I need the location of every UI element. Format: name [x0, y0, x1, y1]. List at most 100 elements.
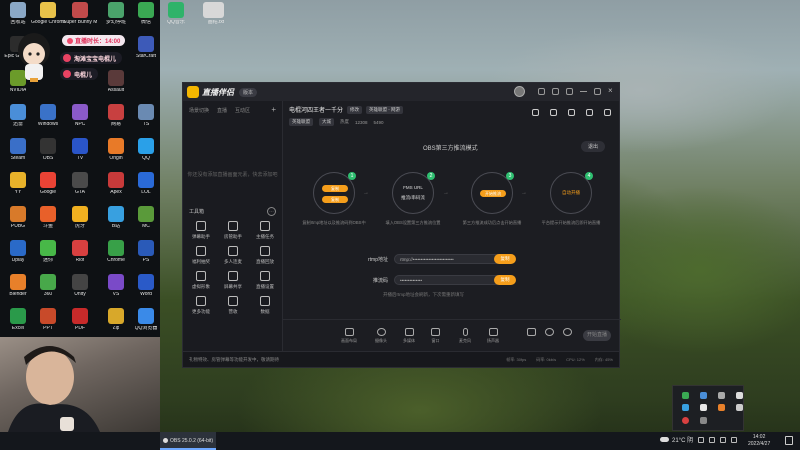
- desktop-icon[interactable]: 画帖.txt: [200, 2, 232, 36]
- settings-icon[interactable]: [568, 109, 575, 116]
- record-tray-icon[interactable]: [681, 417, 689, 425]
- desktop-icon[interactable]: StarCraft: [130, 36, 162, 70]
- tab-scene[interactable]: 场景切换: [189, 107, 209, 114]
- weather-widget[interactable]: 21°C 阴: [660, 435, 693, 444]
- notification-icon[interactable]: [785, 436, 793, 445]
- stream-key-input[interactable]: ••••••••••••••: [394, 275, 502, 285]
- desktop-icon[interactable]: PS: [130, 240, 162, 274]
- copy-rtmp-button[interactable]: 复制: [494, 254, 516, 264]
- desktop-icon[interactable]: 梦幻停班: [100, 2, 132, 36]
- desktop-icon[interactable]: 360: [32, 274, 64, 308]
- desktop-icon[interactable]: Steam: [2, 138, 34, 172]
- tab-live[interactable]: 直播: [217, 107, 227, 114]
- desktop-icon[interactable]: YY: [2, 172, 34, 206]
- desktop-icon[interactable]: Apex: [100, 172, 132, 206]
- bluetooth-tray-icon[interactable]: [735, 404, 743, 412]
- chevron-up-icon[interactable]: [698, 437, 704, 443]
- desktop-icon[interactable]: OBS: [32, 138, 64, 172]
- toolbox-item[interactable]: 主播任务: [249, 221, 281, 240]
- bell-icon[interactable]: [586, 109, 593, 116]
- app-tray-icon[interactable]: [717, 404, 725, 412]
- preview-tool[interactable]: [545, 328, 554, 336]
- desktop-icon[interactable]: Chrome: [100, 240, 132, 274]
- qq-tray-icon[interactable]: [681, 404, 689, 412]
- toolbox-item[interactable]: 直播回放: [249, 246, 281, 265]
- desktop-icon[interactable]: 斗鱼: [32, 206, 64, 240]
- desktop-icon[interactable]: TV: [64, 138, 96, 172]
- record-tool[interactable]: [527, 328, 536, 336]
- toolbox-item[interactable]: 更多功能: [185, 296, 217, 315]
- clock[interactable]: 14:02 2022/4/27: [748, 434, 770, 448]
- window-tool[interactable]: 窗口: [431, 328, 440, 344]
- edit-title-button[interactable]: 修改: [347, 105, 363, 114]
- desktop-icon[interactable]: Super Bunny Man: [63, 2, 97, 36]
- desktop-icon[interactable]: Google: [32, 172, 64, 206]
- toolbox-item[interactable]: 虚拟形象: [185, 271, 217, 290]
- volume-icon[interactable]: [720, 437, 726, 443]
- toolbox-item[interactable]: 多人连麦: [217, 246, 249, 265]
- settings-tool[interactable]: [563, 328, 572, 336]
- ime-icon[interactable]: [731, 437, 737, 443]
- toolbox-item[interactable]: 数据: [249, 296, 281, 315]
- desktop-icon[interactable]: 网易: [100, 104, 132, 138]
- speaker-tool[interactable]: 扬声器: [487, 328, 499, 344]
- toolbox-item[interactable]: 营收: [217, 296, 249, 315]
- maximize-icon[interactable]: [594, 88, 601, 95]
- desktop-icon[interactable]: GTA: [64, 172, 96, 206]
- desktop-icon[interactable]: LOL: [130, 172, 162, 206]
- close-icon[interactable]: ×: [608, 87, 615, 95]
- desktop-icon[interactable]: Assault: [100, 70, 132, 104]
- version-chip[interactable]: 版本: [239, 87, 258, 97]
- desktop-icon[interactable]: VS: [100, 274, 132, 308]
- desktop-icon[interactable]: QQ: [130, 138, 162, 172]
- desktop-icon[interactable]: B站: [100, 206, 132, 240]
- desktop-icon[interactable]: Word: [130, 274, 162, 308]
- tab-interact[interactable]: 互动区: [235, 107, 250, 114]
- desktop-icon[interactable]: PUBG: [2, 206, 34, 240]
- desktop-icon[interactable]: 迅雷: [2, 104, 34, 138]
- message-icon[interactable]: [538, 88, 545, 95]
- menu-icon[interactable]: [566, 88, 573, 95]
- misc-tray-icon[interactable]: [699, 417, 707, 425]
- camera-tool[interactable]: 摄像头: [375, 328, 387, 344]
- start-live-button[interactable]: 开始直播: [583, 330, 611, 341]
- desktop-icon[interactable]: QQ音乐: [160, 2, 192, 36]
- volume-tray-icon[interactable]: [717, 391, 725, 399]
- desktop-icon[interactable]: 微信: [130, 2, 162, 36]
- microphone-tool[interactable]: 麦克风: [459, 328, 471, 344]
- desktop-icon[interactable]: Unity: [64, 274, 96, 308]
- desktop-icon[interactable]: MC: [130, 206, 162, 240]
- desktop-icon[interactable]: TS: [130, 104, 162, 138]
- step-3-start-push-button[interactable]: 开始推流: [480, 190, 506, 197]
- task-icon[interactable]: [550, 109, 557, 116]
- network-icon[interactable]: [709, 437, 715, 443]
- desktop-icon[interactable]: Riot: [64, 240, 96, 274]
- copy-key-button[interactable]: 复制: [494, 275, 516, 285]
- taskbar-item-obs[interactable]: OBS 25.0.2 (64-bit): [160, 432, 216, 450]
- wechat-tray-icon[interactable]: [681, 391, 689, 399]
- media-tool[interactable]: 多媒体: [403, 328, 415, 344]
- network-tray-icon[interactable]: [699, 391, 707, 399]
- desktop-icon[interactable]: 虎牙: [64, 206, 96, 240]
- desktop-icon[interactable]: Windows: [32, 104, 64, 138]
- desktop-icon[interactable]: NPC: [64, 104, 96, 138]
- layout-tool[interactable]: 画面布局: [341, 328, 357, 344]
- desktop-icon[interactable]: Blender: [2, 274, 34, 308]
- gift-icon[interactable]: [532, 109, 539, 116]
- toolbox-more-button[interactable]: …: [267, 207, 276, 216]
- toolbox-item[interactable]: 直播设置: [249, 271, 281, 290]
- toolbox-item[interactable]: 弹幕助手: [185, 221, 217, 240]
- desktop-icon[interactable]: Origin: [100, 138, 132, 172]
- desktop-icon[interactable]: Uplay: [2, 240, 34, 274]
- exit-obs-mode-button[interactable]: 退出: [580, 141, 605, 152]
- add-scene-button[interactable]: +: [271, 106, 276, 114]
- category-chip[interactable]: 英雄联盟 - 网游: [366, 105, 404, 114]
- toolbox-item[interactable]: 福利抽奖: [185, 246, 217, 265]
- title-bar[interactable]: 直播伴侣 版本 ×: [183, 83, 619, 101]
- rtmp-input[interactable]: rtmp://••••••••••••••••••••••••••: [394, 254, 502, 264]
- desktop-icon[interactable]: 迷你: [32, 240, 64, 274]
- display-tray-icon[interactable]: [735, 391, 743, 399]
- user-avatar[interactable]: [514, 86, 525, 97]
- step-1-copy-button-1[interactable]: 复制: [322, 185, 348, 192]
- skin-icon[interactable]: [552, 88, 559, 95]
